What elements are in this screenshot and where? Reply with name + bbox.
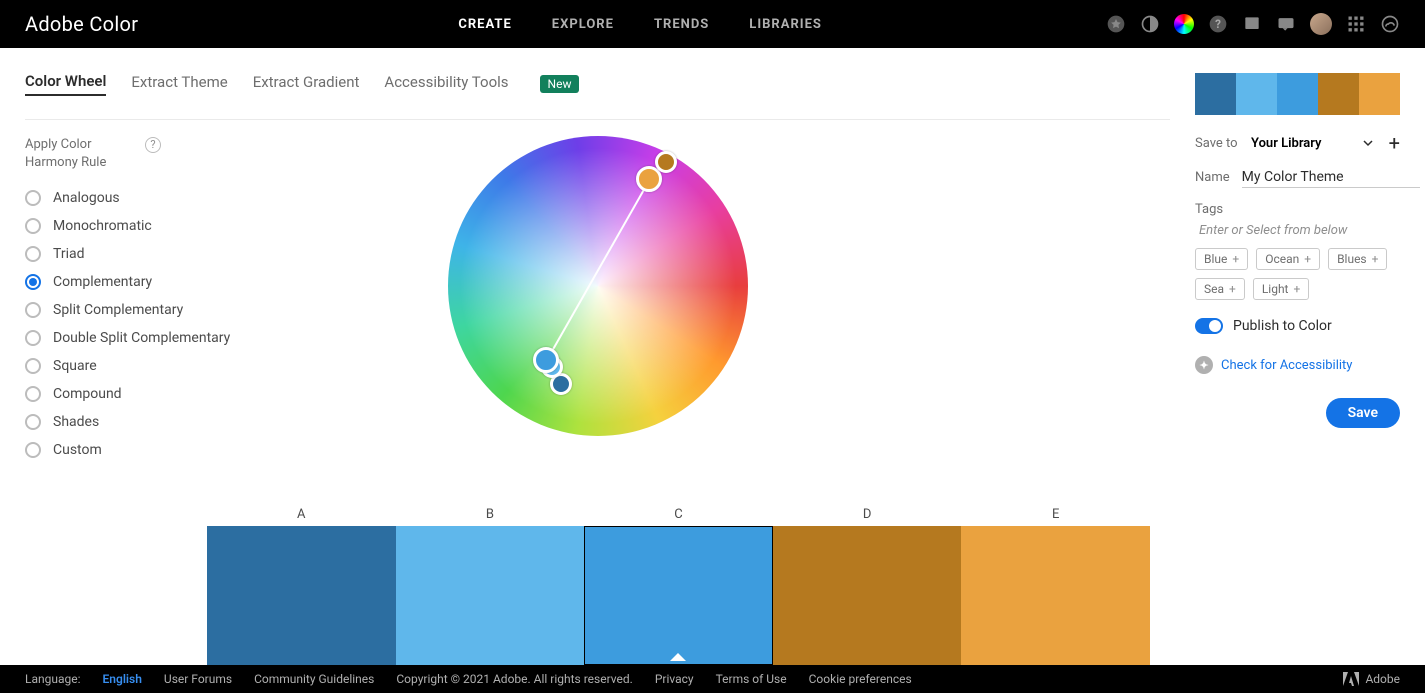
tag-chip-ocean[interactable]: Ocean — [1256, 248, 1320, 270]
mini-swatch — [1236, 73, 1277, 115]
harmony-panel: Apply Color Harmony Rule ? Analogous Mono… — [25, 136, 255, 458]
radio-icon — [25, 274, 41, 290]
library-dropdown[interactable]: Your Library — [1251, 136, 1374, 151]
harmony-option-custom[interactable]: Custom — [25, 442, 255, 458]
tags-input[interactable]: Enter or Select from below — [1195, 219, 1400, 248]
mini-swatches — [1195, 73, 1400, 115]
adobe-logo-icon — [1343, 672, 1359, 686]
wheel-marker[interactable] — [655, 151, 677, 173]
right-panel: Save to Your Library + Name Tags Enter o… — [1195, 48, 1425, 665]
mini-swatch — [1359, 73, 1400, 115]
brand-title: Adobe Color — [25, 12, 138, 36]
harmony-option-square[interactable]: Square — [25, 358, 255, 374]
chat-icon[interactable] — [1276, 14, 1296, 34]
harmony-option-complementary[interactable]: Complementary — [25, 274, 255, 290]
radio-icon — [25, 414, 41, 430]
radio-icon — [25, 190, 41, 206]
mini-swatch — [1318, 73, 1359, 115]
tag-chip-blue[interactable]: Blue — [1195, 248, 1248, 270]
radio-icon — [25, 330, 41, 346]
radio-icon — [25, 386, 41, 402]
publish-toggle[interactable] — [1195, 318, 1223, 334]
footer-privacy[interactable]: Privacy — [655, 672, 694, 686]
name-label: Name — [1195, 170, 1230, 185]
harmony-option-split-complementary[interactable]: Split Complementary — [25, 302, 255, 318]
chevron-down-icon — [1362, 137, 1374, 149]
swatch-e[interactable] — [961, 526, 1150, 665]
radio-icon — [25, 358, 41, 374]
header-icon-bar: ? — [1106, 13, 1400, 35]
footer-terms[interactable]: Terms of Use — [716, 672, 787, 686]
nav-libraries[interactable]: LIBRARIES — [749, 17, 822, 32]
tag-chip-blues[interactable]: Blues — [1328, 248, 1387, 270]
mini-swatch — [1277, 73, 1318, 115]
swatch-b[interactable] — [396, 526, 585, 665]
theme-name-input[interactable] — [1242, 167, 1420, 188]
footer-community-guidelines[interactable]: Community Guidelines — [254, 672, 374, 686]
swatch-strip: ABCDE — [207, 507, 1150, 665]
harmony-option-shades[interactable]: Shades — [25, 414, 255, 430]
harmony-option-monochromatic[interactable]: Monochromatic — [25, 218, 255, 234]
harmony-option-triad[interactable]: Triad — [25, 246, 255, 262]
announcement-icon[interactable] — [1242, 14, 1262, 34]
subtab-extract-theme[interactable]: Extract Theme — [131, 73, 227, 95]
swatch-letter: B — [396, 507, 585, 526]
subtab-extract-gradient[interactable]: Extract Gradient — [253, 73, 360, 95]
footer-cookies[interactable]: Cookie preferences — [809, 672, 912, 686]
nav-explore[interactable]: EXPLORE — [552, 17, 614, 32]
star-icon[interactable] — [1106, 14, 1126, 34]
swatch-a[interactable] — [207, 526, 396, 665]
footer-user-forums[interactable]: User Forums — [164, 672, 232, 686]
footer: Language: English User Forums Community … — [0, 665, 1425, 693]
accessibility-icon: ✦ — [1195, 356, 1213, 374]
harmony-label: Apply Color Harmony Rule — [25, 136, 135, 172]
swatch-d[interactable] — [773, 526, 962, 665]
subtab-accessibility-tools[interactable]: Accessibility Tools — [384, 73, 508, 95]
harmony-option-compound[interactable]: Compound — [25, 386, 255, 402]
avatar[interactable] — [1310, 13, 1332, 35]
tag-suggestions: Blue Ocean Blues Sea Light — [1195, 248, 1400, 300]
publish-label: Publish to Color — [1233, 318, 1332, 334]
nav-trends[interactable]: TRENDS — [654, 17, 709, 32]
language-label: Language: — [25, 672, 81, 686]
app-header: Adobe Color CREATE EXPLORE TRENDS LIBRAR… — [0, 0, 1425, 48]
harmony-option-analogous[interactable]: Analogous — [25, 190, 255, 206]
apps-icon[interactable] — [1346, 14, 1366, 34]
color-wheel[interactable] — [448, 136, 748, 436]
swatch-c[interactable] — [584, 526, 773, 665]
subtab-bar: Color Wheel Extract Theme Extract Gradie… — [25, 48, 1170, 120]
footer-brand: Adobe — [1343, 672, 1400, 686]
tags-label: Tags — [1195, 202, 1239, 217]
creative-cloud-icon[interactable] — [1380, 14, 1400, 34]
swatch-letter: D — [773, 507, 962, 526]
wheel-marker[interactable] — [533, 347, 559, 373]
swatch-letter: E — [961, 507, 1150, 526]
help-icon[interactable]: ? — [1208, 14, 1228, 34]
radio-icon — [25, 246, 41, 262]
swatch-letter: C — [584, 507, 773, 526]
harmony-option-double-split-complementary[interactable]: Double Split Complementary — [25, 330, 255, 346]
save-to-label: Save to — [1195, 136, 1239, 151]
color-wheel-icon[interactable] — [1174, 14, 1194, 34]
help-icon[interactable]: ? — [145, 137, 161, 153]
footer-copyright: Copyright © 2021 Adobe. All rights reser… — [396, 672, 632, 686]
swatch-letter: A — [207, 507, 396, 526]
primary-nav: CREATE EXPLORE TRENDS LIBRARIES — [458, 17, 822, 32]
nav-create[interactable]: CREATE — [458, 17, 511, 32]
contrast-icon[interactable] — [1140, 14, 1160, 34]
save-button[interactable]: Save — [1326, 398, 1400, 428]
subtab-color-wheel[interactable]: Color Wheel — [25, 72, 106, 96]
svg-text:?: ? — [1215, 17, 1221, 31]
add-library-button[interactable]: + — [1389, 133, 1400, 153]
radio-icon — [25, 302, 41, 318]
radio-icon — [25, 442, 41, 458]
language-selector[interactable]: English — [103, 672, 142, 686]
tag-chip-sea[interactable]: Sea — [1195, 278, 1245, 300]
tag-chip-light[interactable]: Light — [1253, 278, 1309, 300]
new-badge: New — [540, 75, 580, 93]
radio-icon — [25, 218, 41, 234]
mini-swatch — [1195, 73, 1236, 115]
check-accessibility-link[interactable]: ✦ Check for Accessibility — [1195, 356, 1400, 374]
